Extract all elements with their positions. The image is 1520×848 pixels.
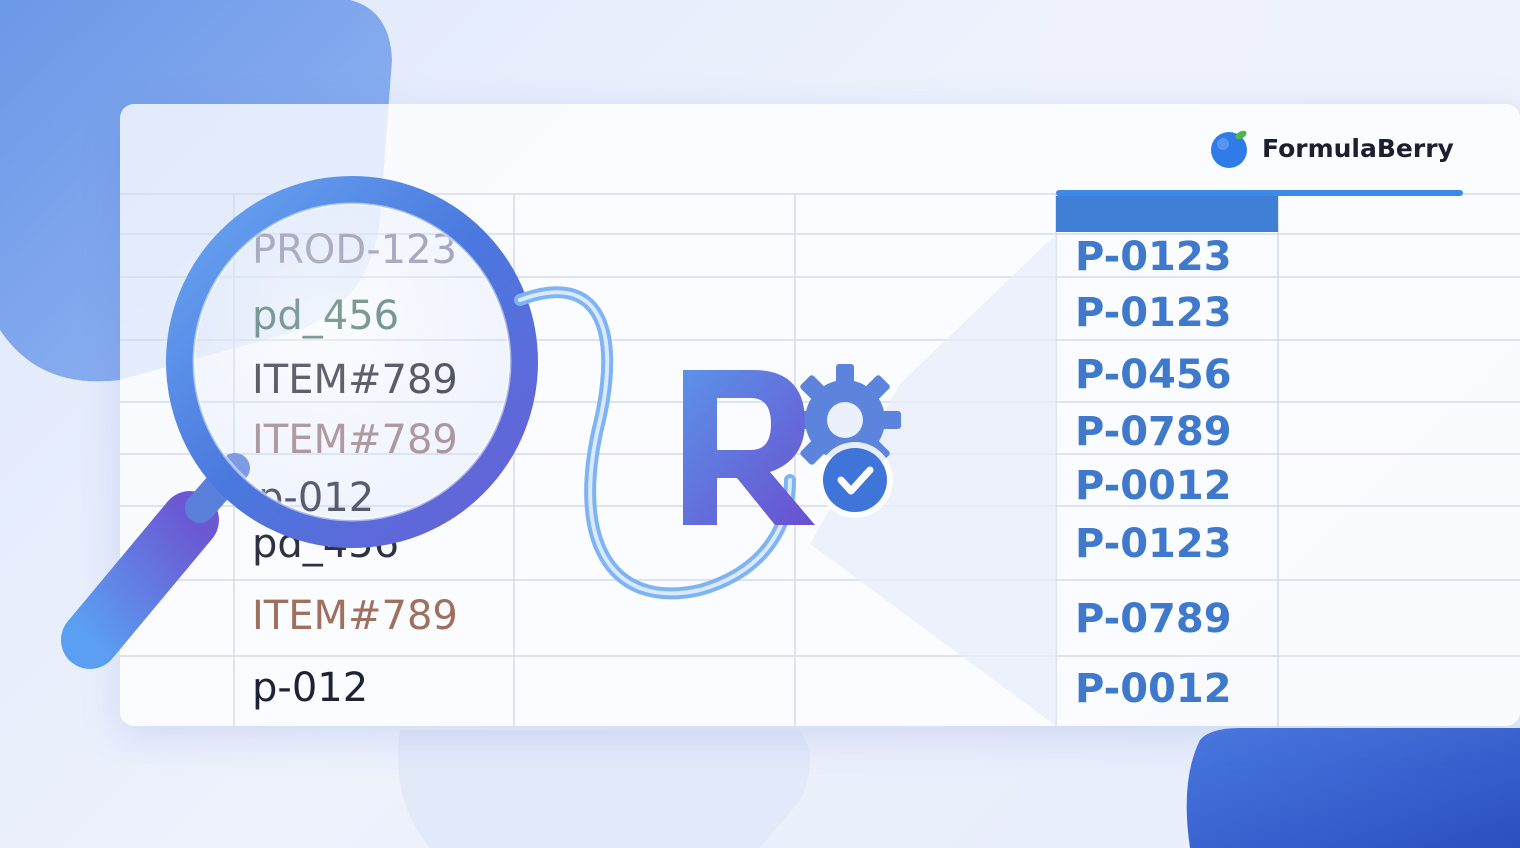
right-cell-6: P-0123 (1075, 521, 1232, 567)
left-cell-1: PROD-123 (252, 227, 457, 273)
formulaberry-logo-icon (1211, 130, 1247, 168)
brand: FormulaBerry (1208, 126, 1454, 170)
left-cell-4: ITEM#789 (252, 417, 458, 463)
right-cell-4: P-0789 (1075, 409, 1232, 455)
right-cell-5: P-0012 (1075, 463, 1232, 509)
left-cell-5: p-012 (258, 475, 375, 521)
check-badge-icon (817, 442, 893, 518)
bg-hexagon-topright (1030, 0, 1520, 100)
left-cell-3: ITEM#789 (252, 357, 458, 403)
left-cell-6: pd_456 (252, 521, 400, 567)
right-cell-7: P-0789 (1075, 596, 1232, 642)
right-cell-8: P-0012 (1075, 666, 1232, 712)
output-column-header (1056, 196, 1278, 232)
brand-name: FormulaBerry (1262, 133, 1454, 163)
left-cell-2: pd_456 (252, 293, 400, 339)
left-cell-8: p-012 (252, 665, 369, 711)
left-cell-7: ITEM#789 (252, 593, 458, 639)
right-cell-1: P-0123 (1075, 234, 1232, 280)
r-language-logo-icon (683, 364, 901, 525)
bg-hexagon-bottom (398, 730, 810, 848)
bg-hexagon-bottomright (1186, 728, 1520, 848)
right-cell-2: P-0123 (1075, 290, 1232, 336)
right-cell-3: P-0456 (1075, 352, 1232, 398)
header-accent-bar (1056, 190, 1463, 196)
